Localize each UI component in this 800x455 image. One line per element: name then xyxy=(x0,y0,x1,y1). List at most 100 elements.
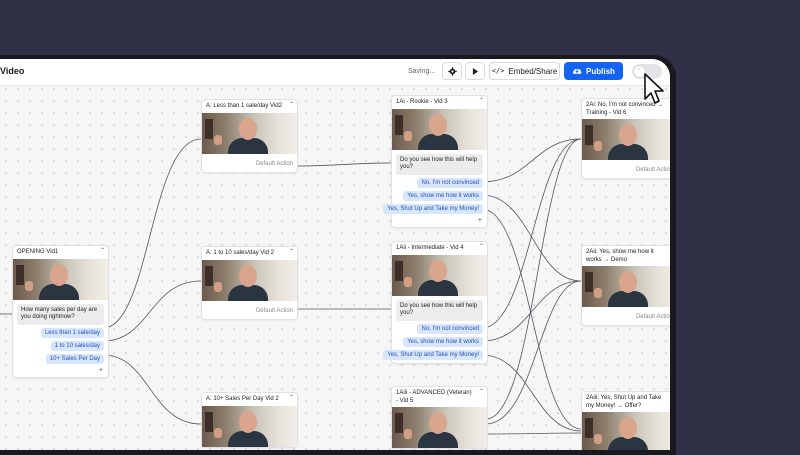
node-c2[interactable]: 2Aii: Yes, show me how it works → Demo D… xyxy=(581,245,670,326)
node-a2[interactable]: A: 1 to 10 sales/day Vid 2 ⌃ Default Act… xyxy=(201,246,298,320)
node-title: A: 10+ Sales Per Day Vid 2 ⌃ xyxy=(202,393,297,406)
answer-button[interactable]: 1 to 10 sales/day xyxy=(50,340,104,351)
thumb-person-body xyxy=(228,137,268,154)
thumb-person-head xyxy=(619,271,637,293)
node-title-text: 1Aiii - ADVANCED (Veteran) - Vid 5 xyxy=(396,390,472,404)
answer-button[interactable]: Yes, show me how it works xyxy=(403,190,483,201)
thumb-person-hand xyxy=(404,429,412,439)
node-r1[interactable]: 1Ai - Rookie - Vid 3 ⌃ Do you see how th… xyxy=(383,95,488,228)
cloud-upload-icon xyxy=(572,69,582,74)
edge-r3-c1-c xyxy=(485,138,582,420)
video-thumbnail[interactable] xyxy=(582,266,670,307)
preview-button[interactable] xyxy=(465,62,485,80)
answer-button[interactable]: No, I'm not convinced xyxy=(417,177,483,188)
node-title-text: 1Ai - Rookie - Vid 3 xyxy=(396,99,448,105)
plus-icon[interactable]: + xyxy=(13,367,108,377)
node-a1[interactable]: A: Less than 1 sale/day Vid2 ⌃ Default A… xyxy=(201,99,298,173)
answer-button[interactable]: Yes, Shut Up and Take my Money! xyxy=(383,349,483,360)
question-text: Do you see how this will help you? xyxy=(396,153,483,175)
node-r2[interactable]: 1Aii - Intermediate - Vid 4 ⌃ Do you see… xyxy=(383,241,488,364)
chevron-up-icon[interactable]: ⌃ xyxy=(100,248,105,256)
chevron-up-icon[interactable]: ⌃ xyxy=(289,395,294,403)
embed-share-button[interactable]: </> Embed/Share xyxy=(489,62,560,80)
video-thumbnail[interactable] xyxy=(582,119,670,160)
thumb-person-head xyxy=(619,417,637,439)
node-title: A: Less than 1 sale/day Vid2 ⌃ xyxy=(202,100,297,113)
edge-r3-c2-c xyxy=(485,280,582,425)
node-title: A: 1 to 10 sales/day Vid 2 ⌃ xyxy=(202,247,297,260)
thumb-person-hand xyxy=(404,130,412,141)
edge-r1-c2-a xyxy=(481,194,582,282)
chevron-up-icon[interactable]: ⌃ xyxy=(289,102,294,110)
answer-list: Less than 1 sale/day 1 to 10 sales/day 1… xyxy=(13,327,108,367)
thumb-person-head xyxy=(429,113,447,136)
default-action[interactable]: Default Action xyxy=(582,307,670,325)
thumb-person-head xyxy=(239,264,257,287)
node-c1[interactable]: 2Ai: No, I'm not convinced → Training - … xyxy=(581,98,670,179)
plus-icon[interactable]: + xyxy=(392,217,487,227)
node-opening[interactable]: OPENING Vid1 ⌃ How many sales per day ar… xyxy=(12,245,109,378)
thumb-shelf xyxy=(205,265,213,286)
node-title-text: 1Aii - Intermediate - Vid 4 xyxy=(396,245,464,251)
thumb-person-hand xyxy=(404,276,412,287)
node-a3[interactable]: A: 10+ Sales Per Day Vid 2 ⌃ xyxy=(201,392,298,448)
thumb-person-body xyxy=(418,432,458,448)
chevron-up-icon[interactable]: ⌃ xyxy=(479,389,484,397)
thumb-person-hand xyxy=(214,134,222,145)
thumb-shelf xyxy=(395,413,403,433)
thumb-person-body xyxy=(608,291,648,307)
node-title: 2Aiii: Yes, Shut Up and Take my Money! →… xyxy=(582,392,670,412)
video-thumbnail[interactable] xyxy=(392,108,487,150)
thumb-person-head xyxy=(50,263,68,286)
answer-button[interactable]: Less than 1 sale/day xyxy=(40,327,104,338)
chevron-up-icon[interactable]: ⌃ xyxy=(289,249,294,257)
node-title: 1Aiii - ADVANCED (Veteran) - Vid 5 ⌃ xyxy=(392,387,487,407)
default-action[interactable]: Default Action xyxy=(582,160,670,178)
node-r3[interactable]: 1Aiii - ADVANCED (Veteran) - Vid 5 ⌃ xyxy=(391,386,488,449)
answer-button[interactable]: No, I'm not convinced xyxy=(417,323,483,334)
video-thumbnail[interactable] xyxy=(392,407,487,448)
video-thumbnail[interactable] xyxy=(202,112,297,154)
gear-icon xyxy=(447,66,457,76)
thumb-shelf xyxy=(205,118,213,139)
default-action[interactable]: Default Action xyxy=(202,154,297,172)
project-title: Video xyxy=(0,66,25,76)
answer-button[interactable]: Yes, Shut Up and Take my Money! xyxy=(383,203,483,214)
thumb-shelf xyxy=(205,411,213,432)
thumb-person-body xyxy=(608,144,648,160)
thumb-shelf xyxy=(16,264,24,285)
thumb-person-head xyxy=(619,124,637,146)
chevron-up-icon[interactable]: ⌃ xyxy=(479,244,484,252)
thumb-shelf xyxy=(585,418,593,438)
thumb-person-hand xyxy=(214,427,222,438)
editor-canvas[interactable]: Video Saving... </> Embed/Share Publish xyxy=(0,59,670,450)
default-action[interactable]: Default Action xyxy=(202,301,297,319)
thumb-shelf xyxy=(395,114,403,135)
node-c3[interactable]: 2Aiii: Yes, Shut Up and Take my Money! →… xyxy=(581,391,670,450)
question-text: How many sales per day are you doing rig… xyxy=(17,303,104,325)
answer-button[interactable]: Yes, show me how it works xyxy=(403,336,483,347)
thumb-person-hand xyxy=(25,280,33,291)
node-title-text: 2Aii: Yes, show me how it works → Demo xyxy=(586,249,654,263)
publish-button[interactable]: Publish xyxy=(564,62,623,80)
publish-label: Publish xyxy=(586,66,615,76)
thumb-person-hand xyxy=(594,434,602,444)
top-toolbar: Video Saving... </> Embed/Share Publish xyxy=(0,59,670,86)
play-icon xyxy=(472,67,478,75)
video-thumbnail[interactable] xyxy=(202,405,297,447)
node-title: 1Aii - Intermediate - Vid 4 ⌃ xyxy=(392,242,487,255)
edge-a1-r1 xyxy=(295,162,392,167)
video-thumbnail[interactable] xyxy=(202,259,297,301)
settings-button[interactable] xyxy=(442,62,462,80)
answer-button[interactable]: 10+ Sales Per Day xyxy=(45,353,104,364)
thumb-shelf xyxy=(585,272,593,292)
video-thumbnail[interactable] xyxy=(13,258,108,300)
video-thumbnail[interactable] xyxy=(392,254,487,296)
thumb-person-body xyxy=(418,133,458,150)
node-title: 1Ai - Rookie - Vid 3 ⌃ xyxy=(392,96,487,109)
thumb-person-head xyxy=(429,259,447,282)
node-title-text: A: 1 to 10 sales/day Vid 2 xyxy=(206,250,274,256)
video-thumbnail[interactable] xyxy=(582,412,670,450)
edge-opening-a3 xyxy=(102,354,202,425)
chevron-up-icon[interactable]: ⌃ xyxy=(479,98,484,106)
